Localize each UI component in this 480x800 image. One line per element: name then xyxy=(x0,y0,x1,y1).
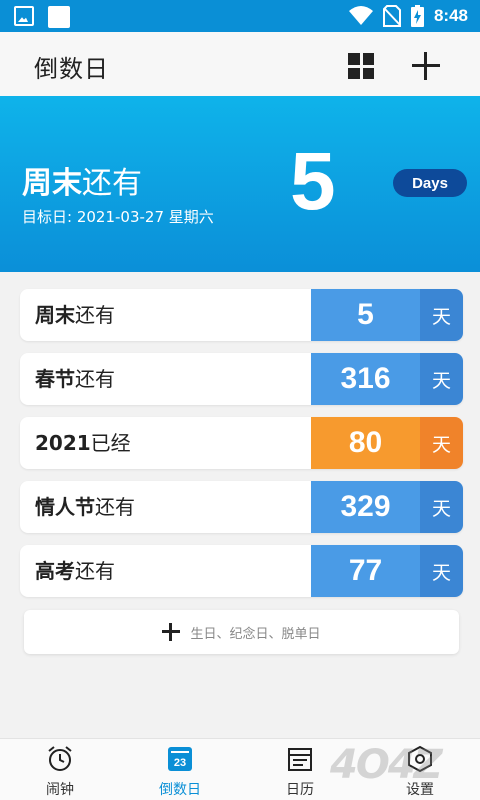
app-notification-icon xyxy=(48,6,70,28)
event-name: 周末还有 xyxy=(35,303,115,327)
tab-countdown[interactable]: 23 倒数日 xyxy=(132,739,228,800)
tab-alarm[interactable]: 闹钟 xyxy=(12,739,108,800)
featured-event-title: 周末还有 xyxy=(22,166,142,201)
plus-icon xyxy=(162,623,181,641)
add-event-hint: 生日、纪念日、脱单日 xyxy=(190,626,321,642)
battery-charging-icon xyxy=(410,5,424,27)
image-notification-icon xyxy=(14,6,34,26)
status-bar: 8:48 xyxy=(0,0,480,32)
calendar-icon xyxy=(285,745,315,773)
event-unit: 天 xyxy=(420,353,463,405)
event-name: 情人节还有 xyxy=(35,495,135,519)
days-unit-badge: Days xyxy=(393,169,467,197)
event-unit: 天 xyxy=(420,545,463,597)
event-name: 春节还有 xyxy=(35,367,115,391)
grid-view-icon[interactable] xyxy=(348,53,374,79)
event-name: 2021已经 xyxy=(35,431,131,455)
app-bar: 倒数日 xyxy=(0,32,480,96)
countdown-item[interactable]: 2021已经 80 天 xyxy=(20,417,463,469)
featured-countdown-card[interactable]: 周末还有 目标日: 2021-03-27 星期六 5 Days xyxy=(0,96,480,272)
countdown-list: 周末还有 5 天 春节还有 316 天 2021已经 80 天 情人节还有 32… xyxy=(20,289,463,609)
event-unit: 天 xyxy=(420,289,463,341)
event-count: 329 xyxy=(311,481,420,533)
countdown-item[interactable]: 春节还有 316 天 xyxy=(20,353,463,405)
site-watermark: 4O4Z xyxy=(330,742,443,788)
no-sim-icon xyxy=(382,5,401,27)
countdown-item[interactable]: 情人节还有 329 天 xyxy=(20,481,463,533)
event-count: 77 xyxy=(311,545,420,597)
event-count: 80 xyxy=(311,417,420,469)
page-title: 倒数日 xyxy=(34,55,109,83)
event-unit: 天 xyxy=(420,417,463,469)
countdown-item[interactable]: 高考还有 77 天 xyxy=(20,545,463,597)
event-count: 316 xyxy=(311,353,420,405)
event-unit: 天 xyxy=(420,481,463,533)
countdown-item[interactable]: 周末还有 5 天 xyxy=(20,289,463,341)
add-event-button[interactable]: 生日、纪念日、脱单日 xyxy=(24,610,459,654)
add-event-icon[interactable] xyxy=(412,52,440,80)
featured-count: 5 xyxy=(290,136,336,227)
featured-target-date: 目标日: 2021-03-27 星期六 xyxy=(22,208,214,226)
event-count: 5 xyxy=(311,289,420,341)
clock-time: 8:48 xyxy=(433,6,468,25)
event-name: 高考还有 xyxy=(35,559,115,583)
calendar-23-icon: 23 xyxy=(165,745,195,773)
wifi-icon xyxy=(348,6,373,25)
alarm-clock-icon xyxy=(45,745,75,773)
